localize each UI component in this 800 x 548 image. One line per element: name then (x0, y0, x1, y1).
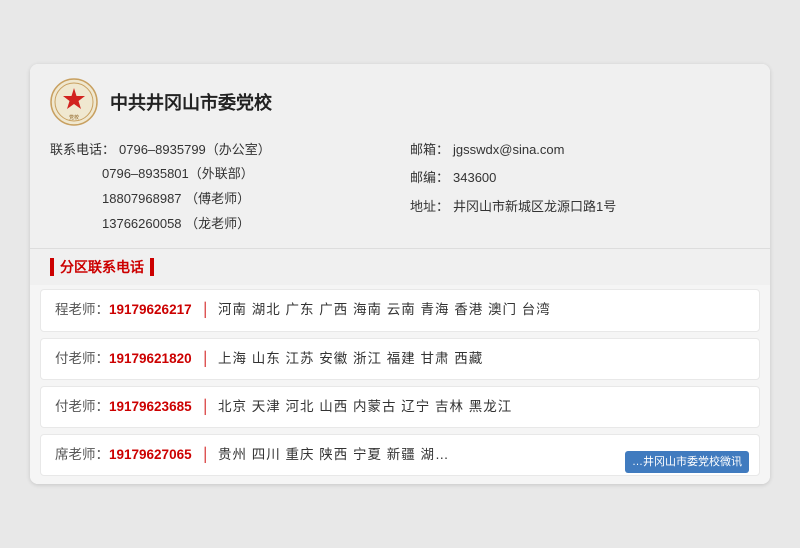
teacher-name-2: 付老师： (55, 397, 109, 417)
address-label: 地址： (410, 195, 449, 220)
phone-value-4: 13766260058 （龙老师） (102, 216, 250, 231)
regions-text-1: 上海 山东 江苏 安徽 浙江 福建 甘肃 西藏 (218, 349, 483, 369)
phone-value-3: 18807968987 （傅老师） (102, 191, 250, 206)
teacher-phone-0: 19179626217 (109, 300, 192, 320)
contact-right: 邮箱： jgsswdx@sina.com 邮编： 343600 地址： 井冈山市… (410, 138, 750, 237)
postcode-value: 343600 (453, 166, 496, 191)
region-sep-2: │ (202, 397, 210, 417)
phone-row-3: 18807968987 （傅老师） (50, 187, 390, 212)
region-sep-3: │ (202, 445, 210, 465)
school-logo-icon: 党校 (50, 78, 98, 126)
teacher-name-0: 程老师： (55, 300, 109, 320)
school-name: 中共井冈山市委党校 (110, 89, 272, 115)
regions-text-0: 河南 湖北 广东 广西 海南 云南 青海 香港 澳门 台湾 (218, 300, 551, 320)
main-card: 党校 中共井冈山市委党校 联系电话： 0796–8935799（办公室） 079… (30, 64, 770, 485)
email-label: 邮箱： (410, 138, 449, 163)
divider-bar-left (50, 258, 54, 276)
region-sep-1: │ (202, 349, 210, 369)
region-item-2: 付老师： 19179623685 │ 北京 天津 河北 山西 内蒙古 辽宁 吉林… (40, 386, 760, 428)
phone-row-1: 联系电话： 0796–8935799（办公室） (50, 138, 390, 163)
teacher-phone-2: 19179623685 (109, 397, 192, 417)
postcode-row: 邮编： 343600 (410, 166, 750, 191)
divider-section: 分区联系电话 (30, 249, 770, 285)
teacher-name-1: 付老师： (55, 349, 109, 369)
header-section: 党校 中共井冈山市委党校 联系电话： 0796–8935799（办公室） 079… (30, 64, 770, 250)
teacher-phone-3: 19179627065 (109, 445, 192, 465)
section-title: 分区联系电话 (60, 257, 144, 277)
email-row: 邮箱： jgsswdx@sina.com (410, 138, 750, 163)
teacher-name-3: 席老师： (55, 445, 109, 465)
region-list: 程老师： 19179626217 │ 河南 湖北 广东 广西 海南 云南 青海 … (30, 285, 770, 484)
phone-value-1: 0796–8935799（办公室） (119, 138, 271, 163)
address-row: 地址： 井冈山市新城区龙源口路1号 (410, 195, 750, 220)
regions-text-2: 北京 天津 河北 山西 内蒙古 辽宁 吉林 黑龙江 (218, 397, 512, 417)
postcode-label: 邮编： (410, 166, 449, 191)
email-value: jgsswdx@sina.com (453, 138, 564, 163)
phone-row-2: 0796–8935801（外联部） (50, 162, 390, 187)
contact-left: 联系电话： 0796–8935799（办公室） 0796–8935801（外联部… (50, 138, 390, 237)
region-item-1: 付老师： 19179621820 │ 上海 山东 江苏 安徽 浙江 福建 甘肃 … (40, 338, 760, 380)
divider-bar-right (150, 258, 154, 276)
phone-label: 联系电话： (50, 138, 115, 163)
regions-text-3: 贵州 四川 重庆 陕西 宁夏 新疆 湖… (218, 445, 450, 465)
phone-value-2: 0796–8935801（外联部） (102, 166, 254, 181)
school-title-row: 党校 中共井冈山市委党校 (50, 78, 750, 126)
region-item-3: 席老师： 19179627065 │ 贵州 四川 重庆 陕西 宁夏 新疆 湖… … (40, 434, 760, 476)
region-item-0: 程老师： 19179626217 │ 河南 湖北 广东 广西 海南 云南 青海 … (40, 289, 760, 331)
teacher-phone-1: 19179621820 (109, 349, 192, 369)
address-value: 井冈山市新城区龙源口路1号 (453, 195, 616, 220)
region-sep-0: │ (202, 300, 210, 320)
svg-text:党校: 党校 (69, 114, 79, 121)
contact-grid: 联系电话： 0796–8935799（办公室） 0796–8935801（外联部… (50, 138, 750, 237)
watermark-badge: …井冈山市委党校微讯 (625, 451, 749, 474)
phone-row-4: 13766260058 （龙老师） (50, 212, 390, 237)
